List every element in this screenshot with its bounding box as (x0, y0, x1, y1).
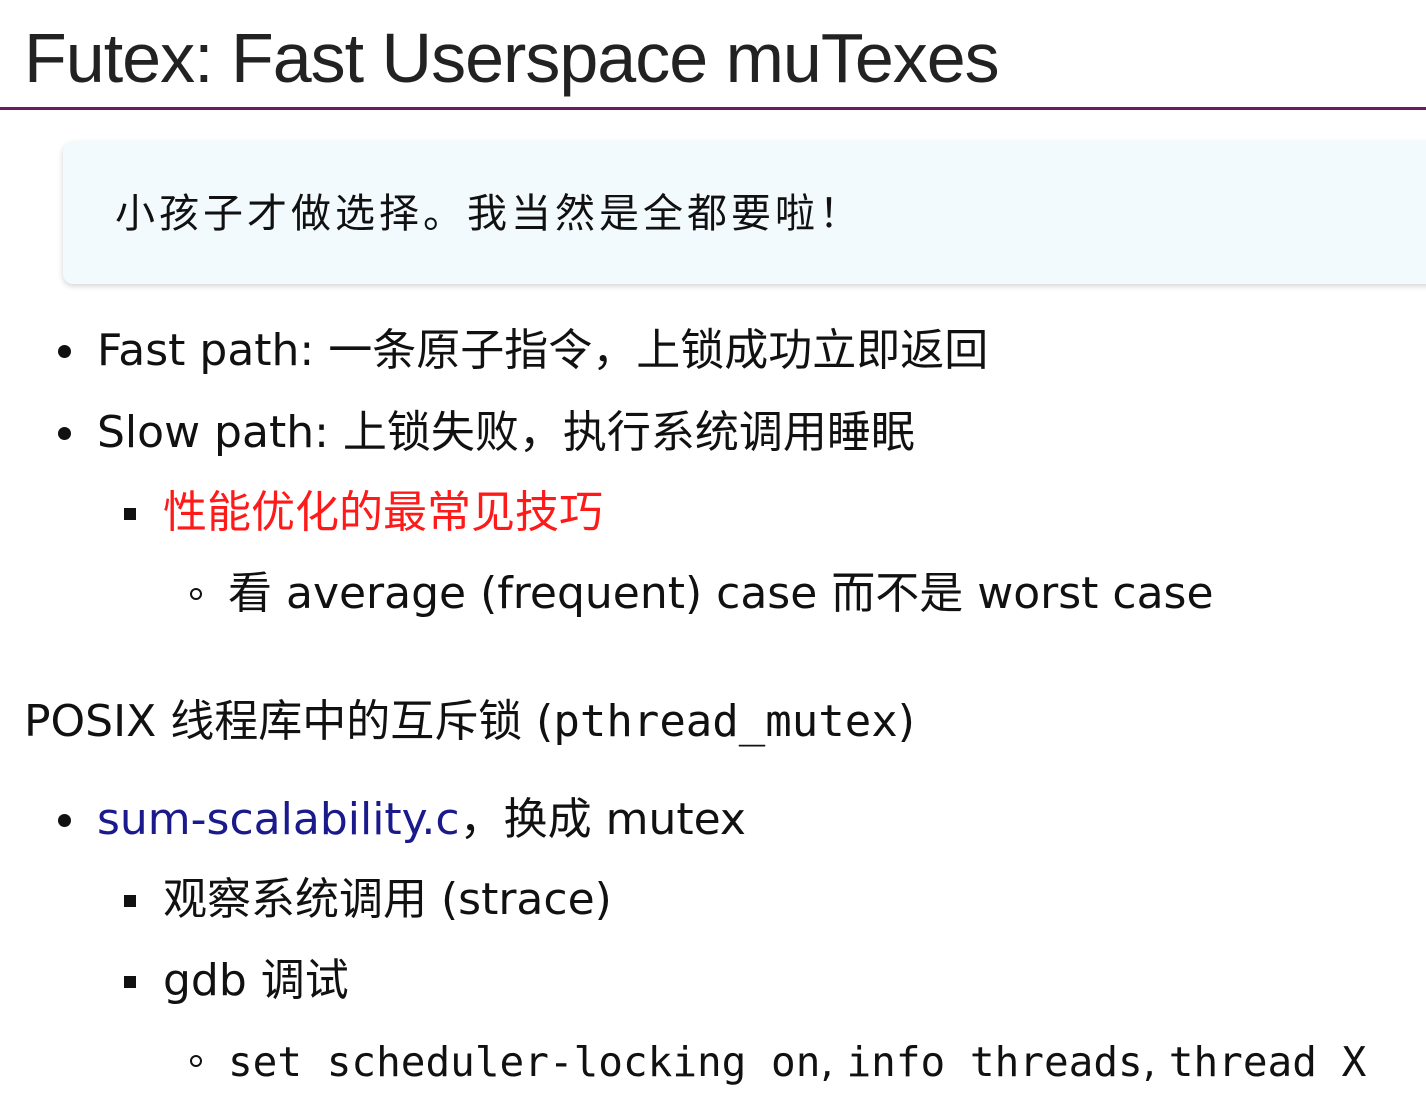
gdb-commands-item: set scheduler-locking on, info threads, … (228, 1034, 1366, 1090)
gdb-cmd-separator: , (820, 1038, 847, 1086)
bullet-dot (58, 345, 71, 358)
gdb-cmd-separator: , (1142, 1038, 1169, 1086)
fast-path-item: Fast path: 一条原子指令，上锁成功立即返回 (97, 325, 989, 376)
sum-scalability-item: sum-scalability.c，换成 mutex (97, 792, 746, 848)
section-close: ) (897, 696, 915, 747)
average-case-item: 看 average (frequent) case 而不是 worst case (228, 568, 1214, 619)
observe-syscall-item: 观察系统调用 (strace) (163, 874, 612, 925)
bullet-circle (190, 588, 202, 600)
page-title: Futex: Fast Userspace muTexes (24, 19, 1000, 97)
bullet-dot (58, 814, 71, 827)
bullet-dot (58, 427, 71, 440)
slow-path-item: Slow path: 上锁失败，执行系统调用睡眠 (97, 407, 915, 458)
sum-scalability-suffix: ，换成 mutex (459, 794, 746, 845)
gdb-cmd-thread-x: thread X (1168, 1038, 1367, 1086)
gdb-debug-item: gdb 调试 (163, 955, 349, 1006)
gdb-cmd-scheduler-locking: set scheduler-locking on (228, 1038, 821, 1086)
bullet-square (124, 895, 136, 907)
section-label: POSIX 线程库中的互斥锁 ( (24, 696, 554, 747)
sum-scalability-link[interactable]: sum-scalability.c (97, 794, 460, 845)
bullet-square (124, 976, 136, 988)
posix-section-heading: POSIX 线程库中的互斥锁 (pthread_mutex) (24, 694, 915, 750)
quote-text: 小孩子才做选择。我当然是全都要啦！ (115, 191, 863, 237)
title-divider (0, 107, 1426, 110)
optimization-tip: 性能优化的最常见技巧 (163, 487, 603, 538)
section-code: pthread_mutex (553, 696, 898, 747)
bullet-square (124, 508, 136, 520)
gdb-cmd-info-threads: info threads (846, 1038, 1143, 1086)
quote-box: 小孩子才做选择。我当然是全都要啦！ (63, 142, 1426, 284)
bullet-circle (190, 1055, 202, 1067)
